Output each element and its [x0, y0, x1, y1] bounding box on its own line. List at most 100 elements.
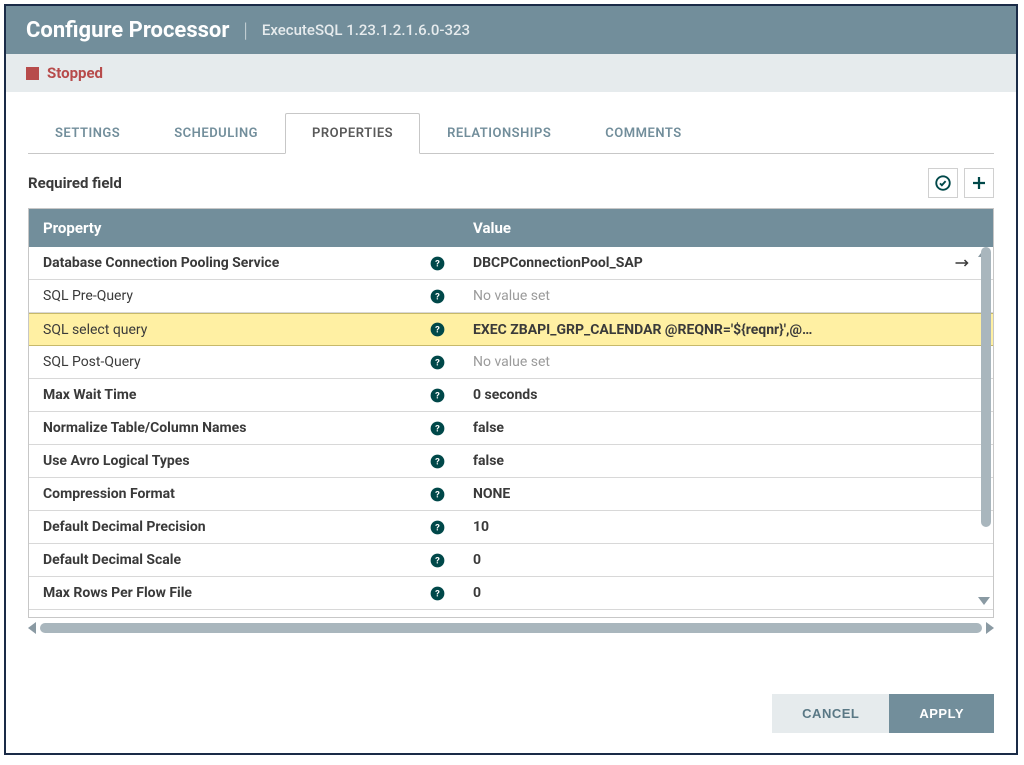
- value-cell[interactable]: 0: [459, 552, 933, 568]
- svg-text:?: ?: [435, 555, 440, 566]
- tab-relationships[interactable]: RELATIONSHIPS: [420, 113, 578, 154]
- table-row[interactable]: Database Connection Pooling Service?DBCP…: [29, 247, 993, 280]
- help-icon[interactable]: ?: [430, 355, 445, 370]
- svg-text:?: ?: [435, 258, 440, 269]
- column-header-property: Property: [29, 219, 459, 237]
- table-row[interactable]: Use Avro Logical Types?false: [29, 445, 993, 478]
- vertical-scrollbar-thumb[interactable]: [981, 247, 991, 527]
- value-cell[interactable]: 0 seconds: [459, 387, 933, 403]
- help-icon[interactable]: ?: [430, 553, 445, 568]
- help-icon[interactable]: ?: [430, 586, 445, 601]
- svg-text:?: ?: [435, 390, 440, 401]
- property-cell: Use Avro Logical Types?: [29, 453, 459, 469]
- value-cell[interactable]: 0: [459, 585, 933, 601]
- property-cell: Normalize Table/Column Names?: [29, 420, 459, 436]
- stopped-icon: [26, 67, 39, 80]
- value-cell[interactable]: NONE: [459, 486, 933, 502]
- tab-scheduling[interactable]: SCHEDULING: [147, 113, 285, 154]
- help-icon[interactable]: ?: [430, 454, 445, 469]
- table-row[interactable]: Max Wait Time?0 seconds: [29, 379, 993, 412]
- svg-text:?: ?: [435, 456, 440, 467]
- table-row[interactable]: Compression Format?NONE: [29, 478, 993, 511]
- help-icon[interactable]: ?: [430, 388, 445, 403]
- table-row[interactable]: SQL Post-Query?No value set: [29, 346, 993, 379]
- goto-arrow-icon[interactable]: [954, 257, 972, 269]
- tab-comments[interactable]: COMMENTS: [578, 113, 708, 154]
- column-header-value: Value: [459, 219, 993, 237]
- table-header-row: Property Value: [29, 209, 993, 247]
- table-row[interactable]: Max Rows Per Flow File?0: [29, 577, 993, 610]
- value-cell[interactable]: No value set: [459, 288, 933, 304]
- processor-type-version: ExecuteSQL 1.23.1.2.1.6.0-323: [262, 21, 470, 39]
- required-field-label: Required field: [28, 174, 122, 192]
- svg-text:?: ?: [435, 325, 440, 336]
- table-row[interactable]: Normalize Table/Column Names?false: [29, 412, 993, 445]
- properties-table: Property Value Database Connection Pooli…: [28, 208, 994, 618]
- property-name: Normalize Table/Column Names: [43, 420, 430, 436]
- scroll-right-arrow[interactable]: [986, 622, 994, 634]
- property-name: Default Decimal Precision: [43, 519, 430, 535]
- value-cell[interactable]: 10: [459, 519, 933, 535]
- add-property-button[interactable]: [964, 168, 994, 198]
- property-name: SQL Pre-Query: [43, 288, 430, 304]
- verify-properties-button[interactable]: [928, 168, 958, 198]
- tab-settings[interactable]: SETTINGS: [28, 113, 147, 154]
- property-cell: SQL Pre-Query?: [29, 288, 459, 304]
- value-cell[interactable]: DBCPConnectionPool_SAP: [459, 255, 933, 271]
- status-bar: Stopped: [6, 54, 1016, 92]
- property-cell: Database Connection Pooling Service?: [29, 255, 459, 271]
- property-name: SQL select query: [43, 322, 430, 338]
- status-label: Stopped: [47, 64, 103, 82]
- table-row[interactable]: Default Decimal Precision?10: [29, 511, 993, 544]
- value-cell[interactable]: false: [459, 453, 933, 469]
- tab-properties[interactable]: PROPERTIES: [285, 113, 420, 154]
- property-cell: Default Decimal Precision?: [29, 519, 459, 535]
- property-cell: Default Decimal Scale?: [29, 552, 459, 568]
- horizontal-scrollbar-thumb[interactable]: [40, 623, 982, 633]
- property-name: Use Avro Logical Types: [43, 453, 430, 469]
- property-name: Compression Format: [43, 486, 430, 502]
- svg-text:?: ?: [435, 423, 440, 434]
- help-icon[interactable]: ?: [430, 487, 445, 502]
- property-cell: SQL Post-Query?: [29, 354, 459, 370]
- dialog-footer: CANCEL APPLY: [6, 678, 1016, 753]
- check-circle-icon: [934, 174, 952, 192]
- help-icon[interactable]: ?: [430, 322, 445, 337]
- property-cell: Max Wait Time?: [29, 387, 459, 403]
- svg-text:?: ?: [435, 588, 440, 599]
- controls-row: Required field: [6, 154, 1016, 208]
- svg-text:?: ?: [435, 522, 440, 533]
- help-icon[interactable]: ?: [430, 421, 445, 436]
- header-divider: |: [243, 18, 247, 42]
- property-name: Max Rows Per Flow File: [43, 585, 430, 601]
- scroll-down-arrow[interactable]: [978, 597, 990, 605]
- table-body[interactable]: Database Connection Pooling Service?DBCP…: [29, 247, 993, 617]
- svg-text:?: ?: [435, 357, 440, 368]
- help-icon[interactable]: ?: [430, 256, 445, 271]
- svg-text:?: ?: [435, 489, 440, 500]
- apply-button[interactable]: APPLY: [889, 694, 994, 733]
- property-cell: Max Rows Per Flow File?: [29, 585, 459, 601]
- horizontal-scroll: [28, 622, 994, 634]
- property-name: Max Wait Time: [43, 387, 430, 403]
- value-cell[interactable]: false: [459, 420, 933, 436]
- cancel-button[interactable]: CANCEL: [772, 694, 889, 733]
- scroll-left-arrow[interactable]: [28, 622, 36, 634]
- table-row[interactable]: Default Decimal Scale?0: [29, 544, 993, 577]
- property-name: SQL Post-Query: [43, 354, 430, 370]
- table-row[interactable]: SQL Pre-Query?No value set: [29, 280, 993, 313]
- property-name: Default Decimal Scale: [43, 552, 430, 568]
- help-icon[interactable]: ?: [430, 520, 445, 535]
- table-row[interactable]: SQL select query? EXEC ZBAPI_GRP_CALENDAR…: [29, 313, 993, 346]
- svg-text:?: ?: [435, 291, 440, 302]
- tabs-container: SETTINGSSCHEDULINGPROPERTIESRELATIONSHIP…: [6, 92, 1016, 154]
- property-name: Database Connection Pooling Service: [43, 255, 430, 271]
- table-row[interactable]: Output Batch Size?0: [29, 610, 993, 617]
- value-cell[interactable]: No value set: [459, 354, 933, 370]
- plus-icon: [970, 174, 988, 192]
- help-icon[interactable]: ?: [430, 289, 445, 304]
- dialog-title: Configure Processor: [26, 18, 229, 43]
- value-cell[interactable]: EXEC ZBAPI_GRP_CALENDAR @REQNR='${reqnr}…: [459, 322, 933, 338]
- dialog-header: Configure Processor | ExecuteSQL 1.23.1.…: [6, 6, 1016, 54]
- property-cell: Compression Format?: [29, 486, 459, 502]
